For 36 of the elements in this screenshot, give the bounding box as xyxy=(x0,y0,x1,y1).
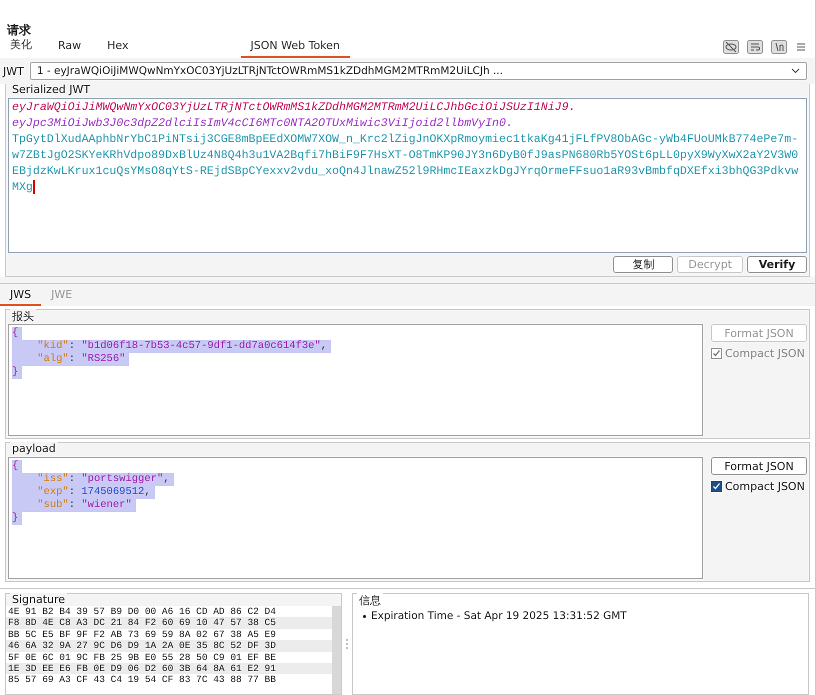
jwt-text-field[interactable]: eyJraWQiOiJiMWQwNmYxOC03YjUzLTRjNTctOWRmMS1kZDdhMGM2MTRmM2UiLCJhbGciOiJSUzI1NiJ9. eyJpc3MiOiJwb3J0c3dpZ2dlciIsImV4cCI6MTc0NTA2OTUxMiwic3ViIjoid2llbmVyIn0. TpGytDlXudAAphbNrYbC1PiNTsij3CGE8mBpEEdXOMW7XOW_n_Krc2lZigJnOKXpRmoymiec1tkaKg41jFLfPV8ObAGc-yWb4FUoUMkB774ePe7m-w7ZBtJgO2SKYeKRhVdpo89DxBlUz4N8Q4h3u1VA2Bqfi7hBiF9F7HsXT-O8TmKP90JY3n6DyB0fJ9asPN680Rb5YOSt6pLL0pyX9WyXwX2aY2V3W0EBjdzKwLKrux1cuQsYMsO8qYtS-REjdSBpCYexxv2vdu_xoQn4JlnawZ52l9RHmcIEaxzkDgJYrqOrmeFFsuo1aR93vBmbfqDXEfxi3bhQG3PdkvwMXg xyxy=(8,98,807,253)
group-label: payload xyxy=(10,442,58,455)
action-button[interactable]: 复制 xyxy=(613,256,674,273)
hex-row-text: BB 5C E5 BF 9F F2 AB 73 69 59 8A 02 67 38 A5 E9 xyxy=(7,628,277,640)
jwt-label: JWT xyxy=(3,64,24,78)
json-editor[interactable]: { "kid": "b1d06f18-7b53-4c57-9df1-dd7a0c614f3e", "alg": "RS256" } xyxy=(8,324,703,436)
hex-row-text: 85 57 69 A3 CF 43 C4 19 54 CF 83 7C 43 88 77 BB xyxy=(7,674,277,686)
splitter-handle-icon[interactable] xyxy=(346,639,348,649)
group-label: Signature xyxy=(10,593,68,606)
scrollbar[interactable] xyxy=(332,606,341,694)
json-editor[interactable]: { "iss": "portswigger", "exp": 1745069512, "sub": "wiener" } xyxy=(8,457,703,579)
hex-row-text: 4E 91 B2 B4 39 57 B9 D0 00 A6 16 CD AD 86 C2 D4 xyxy=(7,606,277,618)
hex-row: F8 8D 4E C8 A3 DC 21 84 F2 60 69 10 47 57 38 C5 xyxy=(6,617,332,629)
group-label: Serialized JWT xyxy=(10,83,92,96)
view-tab[interactable]: Hex xyxy=(97,39,138,58)
action-button[interactable]: Verify xyxy=(747,256,807,273)
group-label: 信息 xyxy=(357,593,383,608)
token-tab[interactable]: JWS xyxy=(0,288,42,306)
view-tab[interactable]: Raw xyxy=(48,39,92,58)
hex-row: 46 6A 32 9A 27 9C D6 D9 1A 2A 0E 35 8C 52 DF 3D xyxy=(6,640,332,652)
view-tab[interactable]: 美化 xyxy=(0,37,42,58)
checkbox-label: Compact JSON xyxy=(725,480,805,493)
panel-title: 请求 xyxy=(6,22,32,38)
jwt-dropdown[interactable]: 1 - eyJraWQiOiJiMWQwNmYxOC03YjUzLTRjNTctOWRmMS1kZDdhMGM2MTRmM2UiLCJh ... xyxy=(30,62,807,80)
info-text: Expiration Time - Sat Apr 19 2025 13:31:52 GMT xyxy=(371,610,627,622)
wrap-lines-icon[interactable] xyxy=(747,40,763,54)
group-label: 报头 xyxy=(10,309,36,324)
hidden-eye-icon[interactable] xyxy=(723,40,739,54)
format-json-button[interactable]: Format JSON xyxy=(711,457,807,475)
hex-row-text: 5F 0E 6C 01 9C FB 25 9B E0 55 28 50 C9 01 EF BE xyxy=(7,652,277,664)
hex-row: 1E 3D EE E6 FB 0E D9 06 D2 60 3B 64 8A 61 E2 91 xyxy=(6,663,332,674)
bullet-icon xyxy=(363,614,366,618)
checkbox-label: Compact JSON xyxy=(725,347,805,360)
chevron-down-icon xyxy=(791,68,800,74)
newline-icon[interactable] xyxy=(771,40,787,54)
checkbox[interactable] xyxy=(711,481,722,492)
